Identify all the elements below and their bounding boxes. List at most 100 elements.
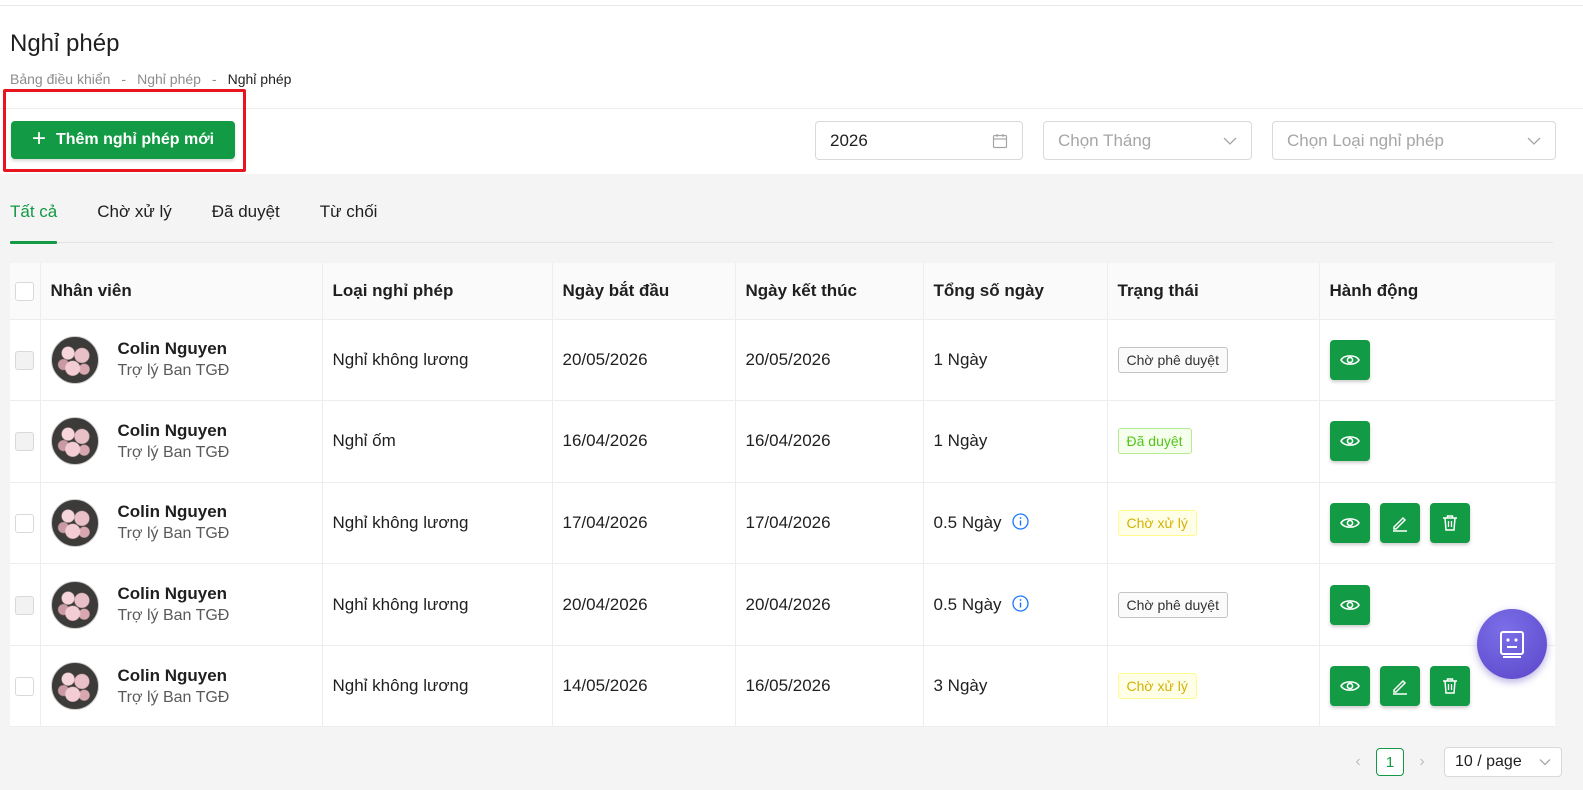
status-cell: Chờ phê duyệt	[1107, 319, 1320, 402]
total-days-value: 1 Ngày	[933, 431, 988, 451]
total-days-cell: 0.5 Ngày	[923, 563, 1108, 646]
bot-icon	[1500, 631, 1524, 658]
col-leave-type[interactable]: Loại nghỉ phép	[322, 263, 553, 320]
col-start-date[interactable]: Ngày bắt đầu	[552, 263, 736, 320]
leave-type-cell: Nghỉ ốm	[322, 400, 553, 483]
status-cell: Chờ xử lý	[1107, 645, 1320, 728]
avatar	[50, 498, 99, 547]
leave-type-select[interactable]: Chọn Loại nghỉ phép	[1272, 121, 1556, 160]
row-select-cell	[10, 645, 41, 728]
total-days-cell: 3 Ngày	[923, 645, 1108, 728]
col-employee[interactable]: Nhân viên	[40, 263, 323, 320]
eye-icon	[1339, 599, 1360, 610]
select-all-checkbox[interactable]	[15, 281, 34, 301]
add-leave-button[interactable]: + Thêm nghỉ phép mới	[11, 121, 235, 159]
employee-role: Trợ lý Ban TGĐ	[117, 607, 230, 625]
info-icon[interactable]	[1011, 513, 1029, 530]
breadcrumb-item-dashboard[interactable]: Bảng điều khiển	[10, 71, 110, 87]
row-checkbox	[15, 432, 34, 452]
tab-all[interactable]: Tất cả	[10, 190, 58, 244]
col-status[interactable]: Trạng thái	[1107, 263, 1320, 320]
toolbar: + Thêm nghỉ phép mới 2026 Chọn Tháng Chọ…	[0, 109, 1583, 174]
total-days-value: 1 Ngày	[933, 349, 988, 369]
page-size-value: 10 / page	[1455, 753, 1522, 770]
pagination: ‹ 1 › 10 / page	[1350, 747, 1562, 777]
col-actions: Hành động	[1319, 263, 1555, 320]
row-checkbox[interactable]	[15, 677, 34, 697]
col-end-date[interactable]: Ngày kết thúc	[735, 263, 924, 320]
tab-approved[interactable]: Đã duyệt	[212, 190, 280, 243]
end-date-cell: 17/04/2026	[735, 482, 924, 565]
tab-pending[interactable]: Chờ xử lý	[97, 190, 171, 243]
start-date-cell: 16/04/2026	[552, 400, 736, 483]
view-button[interactable]	[1329, 502, 1370, 543]
info-icon[interactable]	[1011, 594, 1029, 612]
view-button[interactable]	[1329, 339, 1370, 380]
view-button[interactable]	[1329, 584, 1370, 625]
employee-name: Colin Nguyen	[117, 339, 228, 359]
view-button[interactable]	[1329, 666, 1370, 707]
table-row: Colin Nguyen Trợ lý Ban TGĐ Nghỉ ốm 16/0…	[10, 400, 1555, 483]
month-placeholder: Chọn Tháng	[1058, 130, 1152, 150]
plus-icon: +	[31, 124, 46, 152]
page-current[interactable]: 1	[1376, 748, 1404, 776]
month-select[interactable]: Chọn Tháng	[1043, 121, 1252, 160]
status-badge: Chờ xử lý	[1117, 673, 1197, 700]
employee-cell: Colin Nguyen Trợ lý Ban TGĐ	[40, 319, 323, 402]
employee-name: Colin Nguyen	[117, 584, 228, 604]
chevron-down-icon	[1223, 137, 1237, 145]
employee-cell: Colin Nguyen Trợ lý Ban TGĐ	[40, 563, 323, 646]
breadcrumb-item-leave[interactable]: Nghỉ phép	[137, 71, 201, 87]
leave-type-cell: Nghỉ không lương	[322, 319, 553, 402]
col-total-days[interactable]: Tổng số ngày	[923, 263, 1108, 320]
year-picker[interactable]: 2026	[815, 121, 1023, 160]
avatar	[50, 335, 99, 384]
status-badge: Chờ phê duyệt	[1117, 591, 1228, 618]
chat-bot-button[interactable]	[1477, 609, 1547, 679]
trash-icon	[1442, 678, 1457, 694]
edit-button[interactable]	[1379, 502, 1420, 543]
row-checkbox	[15, 350, 34, 370]
trash-icon	[1442, 515, 1457, 531]
row-select-cell	[10, 319, 41, 402]
employee-role: Trợ lý Ban TGĐ	[117, 525, 230, 543]
status-cell: Đã duyệt	[1107, 400, 1320, 483]
eye-icon	[1339, 354, 1360, 365]
status-tabs: Tất cả Chờ xử lý Đã duyệt Từ chối	[10, 190, 1553, 244]
start-date-cell: 17/04/2026	[552, 482, 736, 565]
breadcrumb-item-current: Nghỉ phép	[227, 71, 292, 87]
row-checkbox	[15, 595, 34, 615]
employee-role: Trợ lý Ban TGĐ	[117, 688, 230, 706]
page-title: Nghỉ phép	[10, 30, 120, 57]
start-date-cell: 20/05/2026	[552, 319, 736, 402]
eye-icon	[1339, 436, 1360, 447]
delete-button[interactable]	[1429, 502, 1470, 543]
eye-icon	[1339, 681, 1360, 692]
employee-name: Colin Nguyen	[117, 665, 228, 685]
table-row: Colin Nguyen Trợ lý Ban TGĐ Nghỉ không l…	[10, 563, 1555, 646]
employee-role: Trợ lý Ban TGĐ	[117, 362, 230, 380]
tab-rejected[interactable]: Từ chối	[320, 190, 378, 243]
calendar-icon	[992, 133, 1008, 148]
start-date-cell: 14/05/2026	[552, 645, 736, 728]
page-size-select[interactable]: 10 / page	[1444, 747, 1562, 777]
actions-cell	[1319, 319, 1555, 402]
avatar	[50, 662, 99, 711]
table-header-row: Nhân viên Loại nghỉ phép Ngày bắt đầu Ng…	[10, 263, 1555, 320]
row-checkbox[interactable]	[15, 513, 34, 533]
prev-page-icon[interactable]: ‹	[1350, 753, 1366, 771]
next-page-icon[interactable]: ›	[1414, 753, 1430, 771]
leave-table: Nhân viên Loại nghỉ phép Ngày bắt đầu Ng…	[10, 263, 1555, 728]
delete-button[interactable]	[1429, 666, 1470, 707]
eye-icon	[1339, 518, 1360, 528]
row-select-cell	[10, 563, 41, 646]
employee-cell: Colin Nguyen Trợ lý Ban TGĐ	[40, 645, 323, 728]
select-all-cell	[10, 263, 41, 320]
avatar	[50, 417, 99, 466]
start-date-cell: 20/04/2026	[552, 563, 736, 646]
leave-type-cell: Nghỉ không lương	[322, 645, 553, 728]
employee-cell: Colin Nguyen Trợ lý Ban TGĐ	[40, 400, 323, 483]
view-button[interactable]	[1329, 421, 1370, 462]
edit-button[interactable]	[1379, 666, 1420, 707]
end-date-cell: 16/05/2026	[735, 645, 924, 728]
